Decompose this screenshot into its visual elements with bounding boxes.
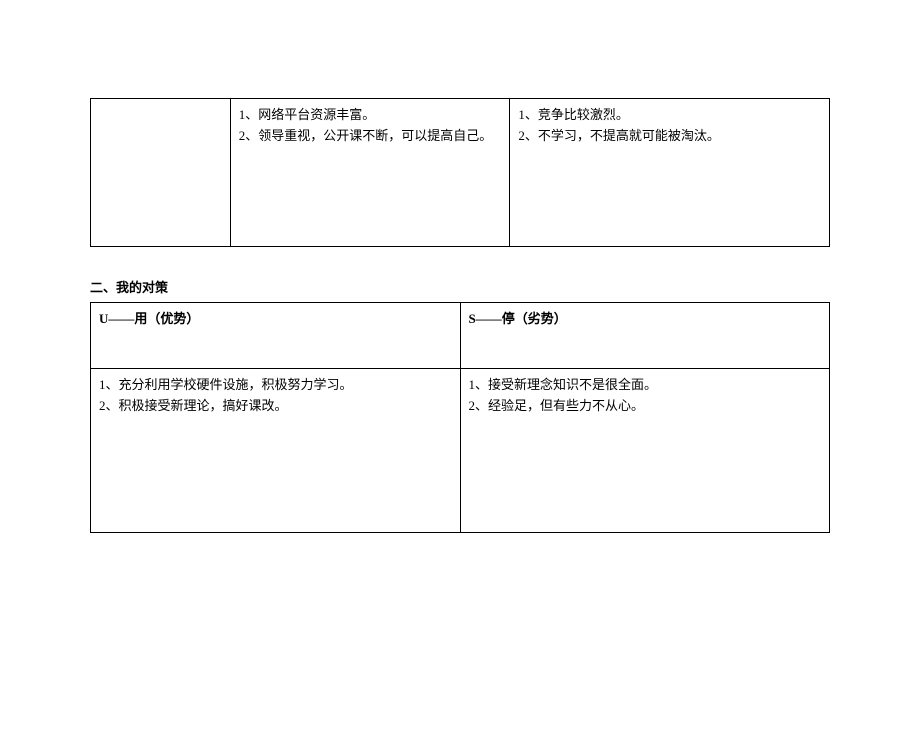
page-container: 1、网络平台资源丰富。 2、领导重视，公开课不断，可以提高自己。 1、竞争比较激… bbox=[0, 98, 920, 533]
top-table-cell-2: 1、网络平台资源丰富。 2、领导重视，公开课不断，可以提高自己。 bbox=[230, 99, 510, 247]
use-line-1: 1、充分利用学校硬件设施，积极努力学习。 bbox=[99, 375, 452, 396]
top-table-cell-3: 1、竞争比较激烈。 2、不学习，不提高就可能被淘汰。 bbox=[510, 99, 830, 247]
use-line-2: 2、积极接受新理论，搞好课改。 bbox=[99, 396, 452, 417]
stop-line-1: 1、接受新理念知识不是很全面。 bbox=[469, 375, 822, 396]
top-table: 1、网络平台资源丰富。 2、领导重视，公开课不断，可以提高自己。 1、竞争比较激… bbox=[90, 98, 830, 247]
threat-line-1: 1、竞争比较激烈。 bbox=[518, 105, 821, 126]
top-table-cell-1 bbox=[91, 99, 231, 247]
threat-line-2: 2、不学习，不提高就可能被淘汰。 bbox=[518, 126, 821, 147]
strategy-header-stop-label: S——停（劣势） bbox=[469, 311, 567, 326]
strategy-header-row: U——用（优势） S——停（劣势） bbox=[91, 303, 830, 369]
strategy-header-use: U——用（优势） bbox=[91, 303, 461, 369]
strategy-stop-cell: 1、接受新理念知识不是很全面。 2、经验足，但有些力不从心。 bbox=[460, 369, 830, 533]
opportunity-line-2: 2、领导重视，公开课不断，可以提高自己。 bbox=[239, 126, 502, 147]
strategy-header-use-label: U——用（优势） bbox=[99, 311, 199, 326]
strategy-header-stop: S——停（劣势） bbox=[460, 303, 830, 369]
strategy-use-cell: 1、充分利用学校硬件设施，积极努力学习。 2、积极接受新理论，搞好课改。 bbox=[91, 369, 461, 533]
section-title: 二、我的对策 bbox=[90, 277, 830, 296]
opportunity-line-1: 1、网络平台资源丰富。 bbox=[239, 105, 502, 126]
stop-line-2: 2、经验足，但有些力不从心。 bbox=[469, 396, 822, 417]
top-table-row: 1、网络平台资源丰富。 2、领导重视，公开课不断，可以提高自己。 1、竞争比较激… bbox=[91, 99, 830, 247]
strategy-body-row: 1、充分利用学校硬件设施，积极努力学习。 2、积极接受新理论，搞好课改。 1、接… bbox=[91, 369, 830, 533]
strategy-table: U——用（优势） S——停（劣势） 1、充分利用学校硬件设施，积极努力学习。 2… bbox=[90, 302, 830, 533]
